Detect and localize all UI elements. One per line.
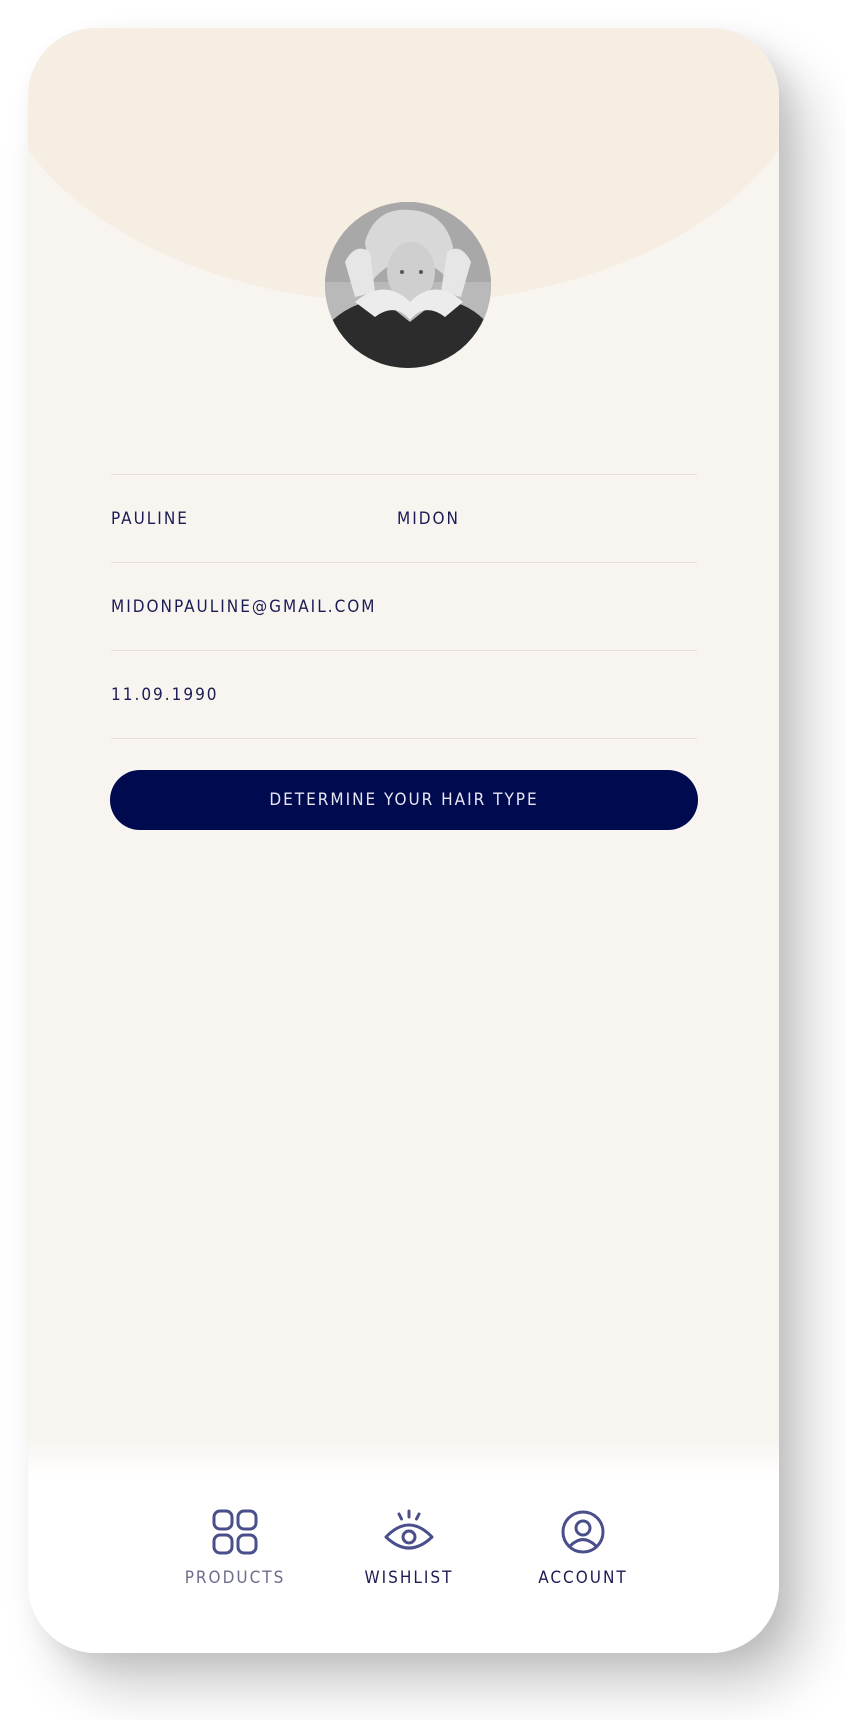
profile-form: PAULINE MIDON MIDONPAULINE@GMAIL.COM 11.…: [111, 474, 697, 739]
determine-hair-type-button[interactable]: DETERMINE YOUR HAIR TYPE: [110, 770, 698, 830]
tab-wishlist[interactable]: WISHLIST: [344, 1508, 474, 1588]
avatar-photo: [325, 202, 491, 368]
user-circle-icon: [560, 1508, 606, 1556]
tab-products-label: PRODUCTS: [184, 1568, 286, 1588]
tab-products[interactable]: PRODUCTS: [170, 1508, 300, 1588]
birthdate-field[interactable]: 11.09.1990: [111, 685, 219, 705]
name-row: PAULINE MIDON: [111, 474, 697, 562]
last-name-field[interactable]: MIDON: [397, 509, 460, 529]
grid-icon: [212, 1508, 258, 1556]
email-field[interactable]: MIDONPAULINE@GMAIL.COM: [111, 597, 376, 617]
tab-wishlist-label: WISHLIST: [364, 1568, 454, 1588]
avatar[interactable]: [325, 202, 491, 368]
tab-account[interactable]: ACCOUNT: [518, 1508, 648, 1588]
first-name-field[interactable]: PAULINE: [111, 509, 397, 529]
eye-icon: [383, 1508, 435, 1556]
bottom-tab-bar: PRODUCTS WISHLIST ACCOUNT: [28, 1438, 779, 1653]
email-row: MIDONPAULINE@GMAIL.COM: [111, 562, 697, 650]
phone-frame: PAULINE MIDON MIDONPAULINE@GMAIL.COM 11.…: [28, 28, 779, 1653]
tab-account-label: ACCOUNT: [538, 1568, 628, 1588]
birthdate-row: 11.09.1990: [111, 650, 697, 739]
